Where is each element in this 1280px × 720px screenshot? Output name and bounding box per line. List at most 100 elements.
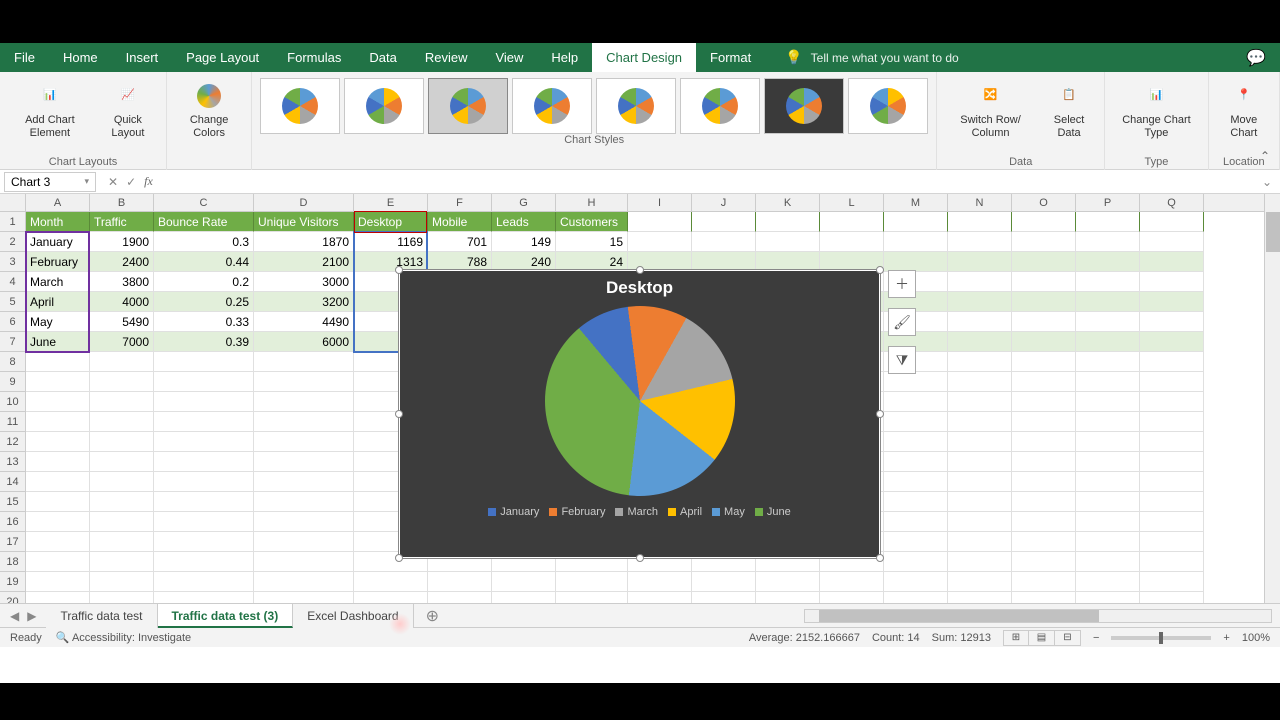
row-header[interactable]: 5: [0, 292, 25, 312]
row-header[interactable]: 17: [0, 532, 25, 552]
change-chart-type-button[interactable]: 📊Change Chart Type: [1113, 78, 1199, 142]
data-cell[interactable]: 3800: [90, 272, 154, 292]
chart-styles-gallery[interactable]: [260, 74, 928, 134]
row-header[interactable]: 4: [0, 272, 25, 292]
style-thumb-2[interactable]: [344, 78, 424, 134]
next-sheet-icon[interactable]: ▶: [27, 609, 36, 623]
style-thumb-3[interactable]: [428, 78, 508, 134]
add-chart-element-button[interactable]: 📊Add Chart Element: [8, 78, 92, 142]
data-cell[interactable]: 15: [556, 232, 628, 252]
header-cell[interactable]: Month: [26, 212, 90, 232]
header-cell[interactable]: Bounce Rate: [154, 212, 254, 232]
data-cell[interactable]: 2400: [90, 252, 154, 272]
style-thumb-5[interactable]: [596, 78, 676, 134]
vertical-scrollbar[interactable]: [1264, 194, 1280, 603]
header-cell[interactable]: Unique Visitors: [254, 212, 354, 232]
data-cell[interactable]: 4490: [254, 312, 354, 332]
row-header[interactable]: 20: [0, 592, 25, 603]
row-header[interactable]: 13: [0, 452, 25, 472]
row-header[interactable]: 6: [0, 312, 25, 332]
data-cell[interactable]: 1900: [90, 232, 154, 252]
pie-chart-object[interactable]: Desktop JanuaryFebruaryMarchAprilMayJune: [398, 269, 881, 559]
collapse-ribbon-icon[interactable]: ⌃: [1260, 149, 1270, 163]
menu-tab-chart-design[interactable]: Chart Design: [592, 43, 696, 72]
zoom-slider[interactable]: [1111, 636, 1211, 640]
column-header[interactable]: M: [884, 194, 948, 211]
style-thumb-8[interactable]: [848, 78, 928, 134]
prev-sheet-icon[interactable]: ◀: [10, 609, 19, 623]
data-cell[interactable]: 2100: [254, 252, 354, 272]
chart-filters-button[interactable]: ⧩: [888, 346, 916, 374]
data-cell[interactable]: 0.3: [154, 232, 254, 252]
column-header[interactable]: N: [948, 194, 1012, 211]
legend-item[interactable]: January: [488, 506, 539, 518]
row-header[interactable]: 16: [0, 512, 25, 532]
header-cell[interactable]: Desktop: [354, 212, 428, 232]
row-header[interactable]: 11: [0, 412, 25, 432]
horizontal-scrollbar[interactable]: [804, 609, 1272, 623]
row-header[interactable]: 2: [0, 232, 25, 252]
menu-tab-format[interactable]: Format: [696, 43, 765, 72]
style-thumb-1[interactable]: [260, 78, 340, 134]
column-header[interactable]: E: [354, 194, 428, 211]
column-header[interactable]: K: [756, 194, 820, 211]
menu-tab-page-layout[interactable]: Page Layout: [172, 43, 273, 72]
select-data-button[interactable]: 📋Select Data: [1042, 78, 1096, 142]
menu-tab-data[interactable]: Data: [355, 43, 410, 72]
sheet-tab[interactable]: Traffic data test: [46, 604, 157, 628]
data-cell[interactable]: 149: [492, 232, 556, 252]
row-header[interactable]: 19: [0, 572, 25, 592]
data-cell[interactable]: April: [26, 292, 90, 312]
column-header[interactable]: H: [556, 194, 628, 211]
switch-row-column-button[interactable]: 🔀Switch Row/ Column: [945, 78, 1036, 142]
menu-tab-home[interactable]: Home: [49, 43, 112, 72]
data-cell[interactable]: 701: [428, 232, 492, 252]
column-header[interactable]: A: [26, 194, 90, 211]
chart-elements-button[interactable]: ＋: [888, 270, 916, 298]
row-header[interactable]: 1: [0, 212, 25, 232]
row-header[interactable]: 15: [0, 492, 25, 512]
expand-formula-icon[interactable]: ⌄: [1254, 175, 1280, 189]
data-cell[interactable]: 0.25: [154, 292, 254, 312]
column-header[interactable]: F: [428, 194, 492, 211]
data-cell[interactable]: 0.33: [154, 312, 254, 332]
menu-tab-insert[interactable]: Insert: [112, 43, 173, 72]
row-header[interactable]: 10: [0, 392, 25, 412]
legend-item[interactable]: May: [712, 506, 745, 518]
chart-legend[interactable]: January February March April May June: [399, 496, 880, 518]
legend-item[interactable]: February: [549, 506, 605, 518]
enter-icon[interactable]: ✓: [126, 175, 136, 189]
tell-me[interactable]: 💡 Tell me what you want to do: [785, 43, 959, 72]
data-cell[interactable]: 0.39: [154, 332, 254, 352]
add-sheet-button[interactable]: ⊕: [414, 606, 451, 626]
data-cell[interactable]: 3200: [254, 292, 354, 312]
pie-plot[interactable]: [545, 306, 735, 496]
data-cell[interactable]: 1870: [254, 232, 354, 252]
quick-layout-button[interactable]: 📈Quick Layout: [98, 78, 158, 142]
style-thumb-7[interactable]: [764, 78, 844, 134]
style-thumb-6[interactable]: [680, 78, 760, 134]
legend-item[interactable]: March: [615, 506, 658, 518]
data-cell[interactable]: June: [26, 332, 90, 352]
cancel-icon[interactable]: ✕: [108, 175, 118, 189]
name-box[interactable]: Chart 3▾: [4, 172, 96, 192]
zoom-level[interactable]: 100%: [1242, 632, 1270, 644]
comments-icon[interactable]: 💬: [1246, 43, 1266, 72]
data-cell[interactable]: May: [26, 312, 90, 332]
column-header[interactable]: J: [692, 194, 756, 211]
move-chart-button[interactable]: 📍Move Chart: [1217, 78, 1271, 142]
column-header[interactable]: D: [254, 194, 354, 211]
style-thumb-4[interactable]: [512, 78, 592, 134]
header-cell[interactable]: Mobile: [428, 212, 492, 232]
legend-item[interactable]: April: [668, 506, 702, 518]
data-cell[interactable]: January: [26, 232, 90, 252]
menu-tab-help[interactable]: Help: [537, 43, 592, 72]
menu-tab-review[interactable]: Review: [411, 43, 482, 72]
row-header[interactable]: 14: [0, 472, 25, 492]
header-cell[interactable]: Leads: [492, 212, 556, 232]
fx-icon[interactable]: fx: [144, 174, 153, 189]
data-cell[interactable]: 0.44: [154, 252, 254, 272]
legend-item[interactable]: June: [755, 506, 791, 518]
row-header[interactable]: 18: [0, 552, 25, 572]
column-header[interactable]: O: [1012, 194, 1076, 211]
